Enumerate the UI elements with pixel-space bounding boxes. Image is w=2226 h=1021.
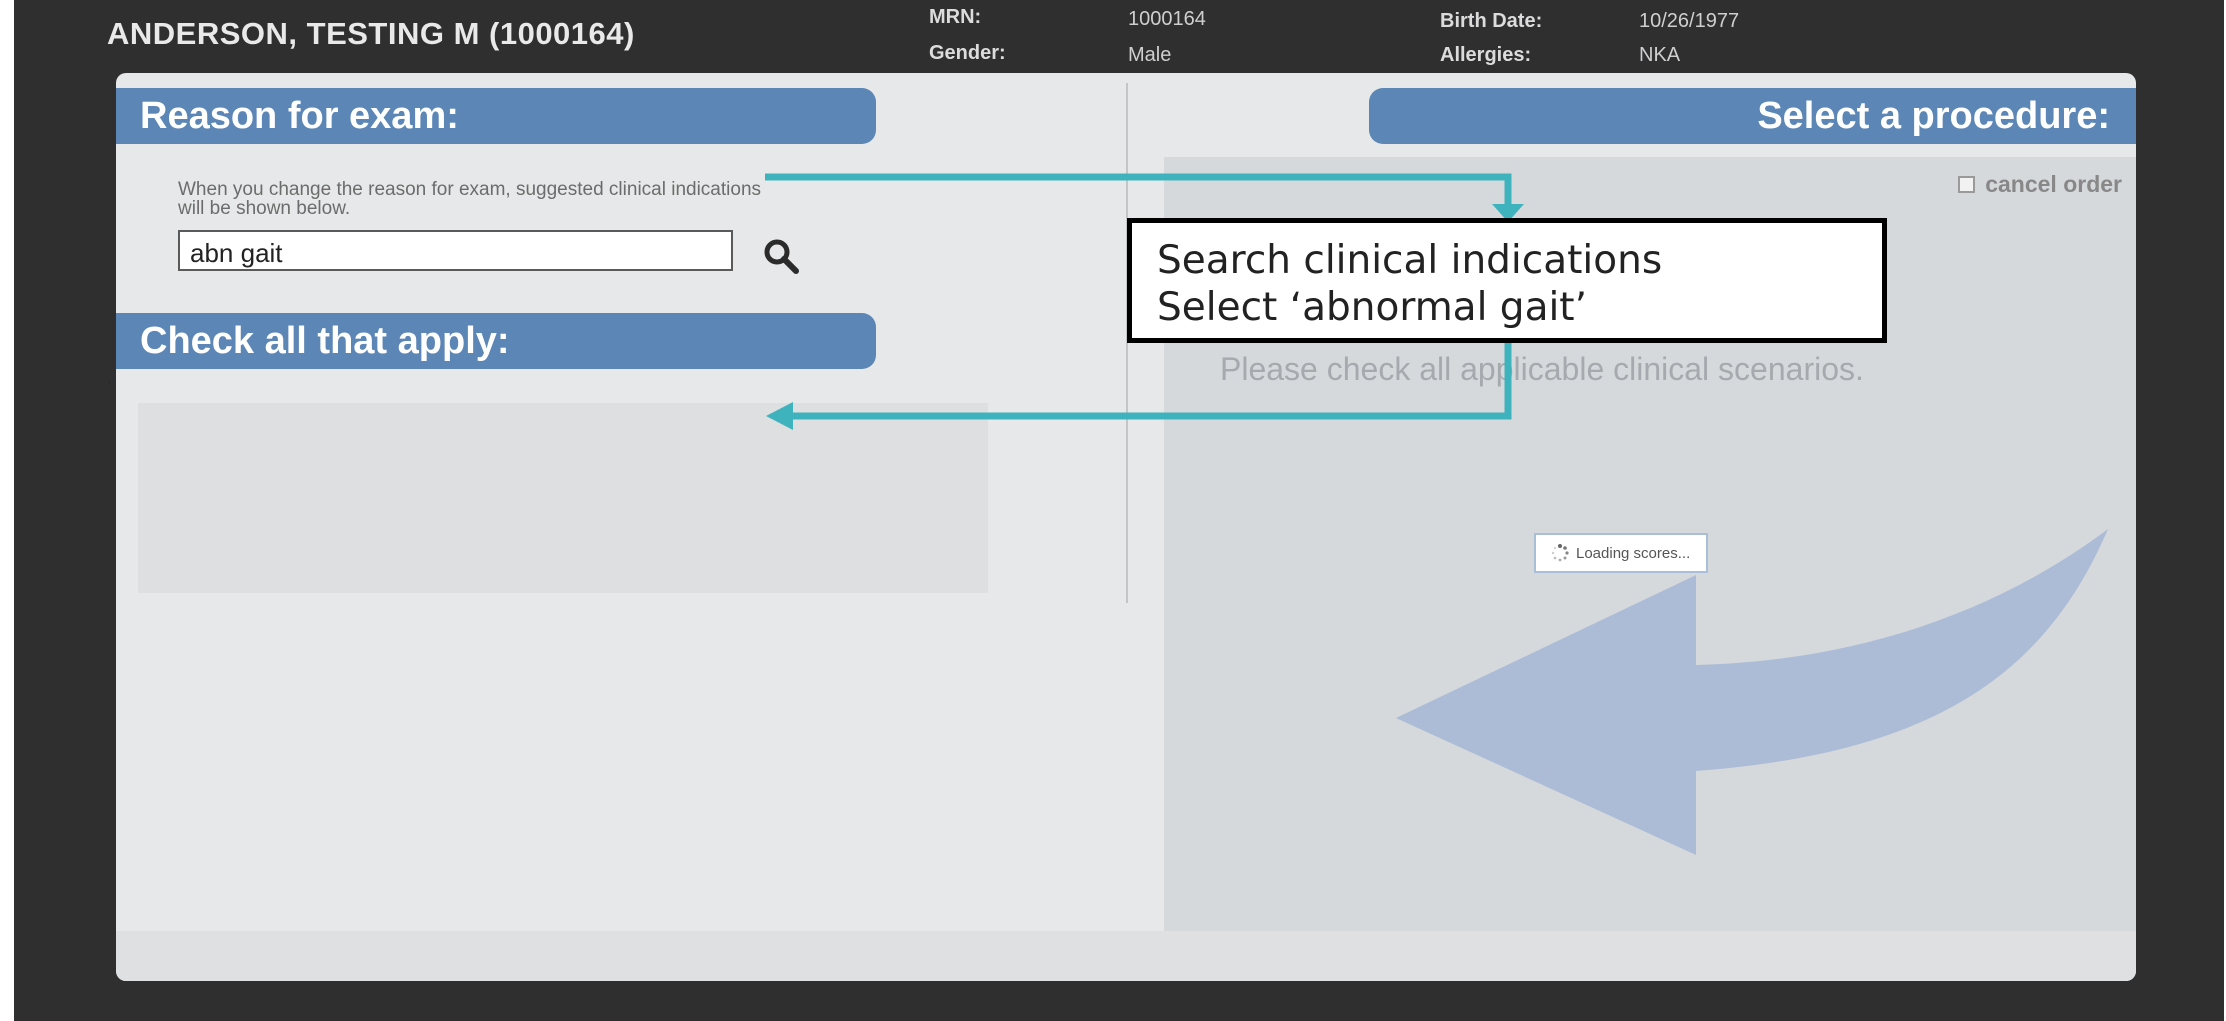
- annotation-line2: Select ‘abnormal gait’: [1157, 285, 1587, 330]
- annotation-arrow-down: [765, 173, 1512, 212]
- annotation-arrows: [765, 173, 1524, 430]
- annotation-arrow-left: [785, 340, 1512, 420]
- annotation-callout: Search clinical indications Select ‘abno…: [1127, 218, 1887, 343]
- annotation-arrowhead-left: [766, 402, 793, 430]
- annotation-line1: Search clinical indications: [1157, 238, 1663, 283]
